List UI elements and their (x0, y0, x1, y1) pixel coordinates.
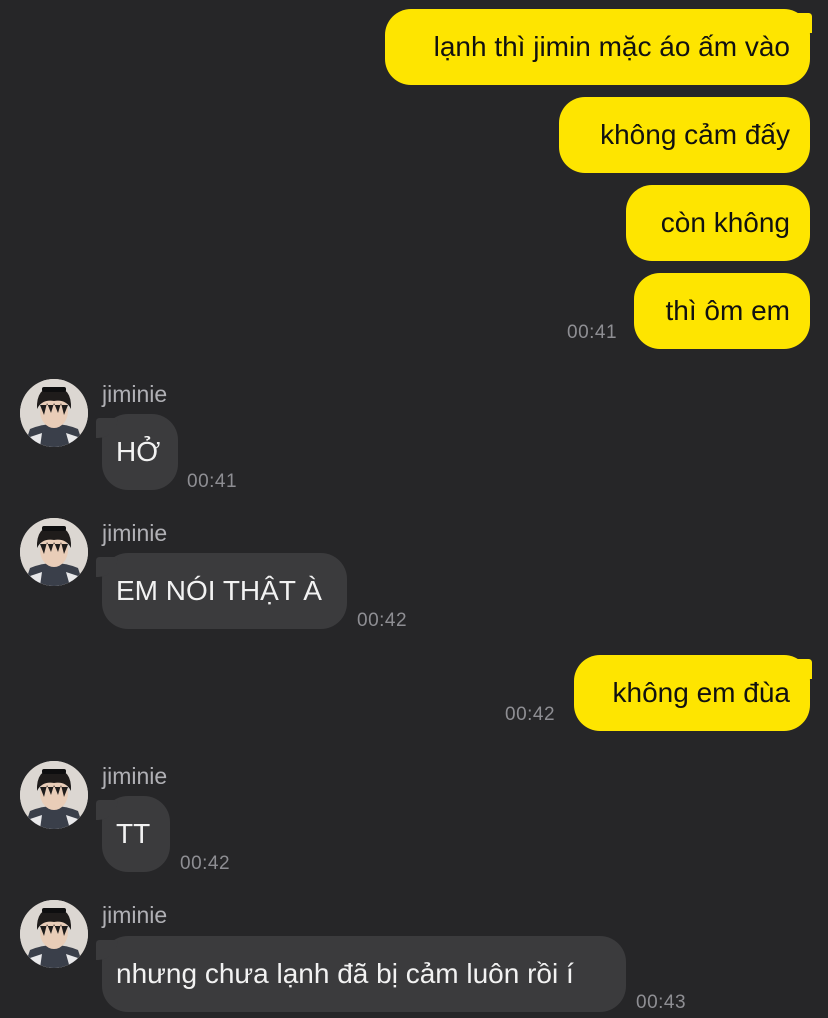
contact-avatar[interactable] (20, 379, 88, 447)
message-text: lạnh thì jimin mặc áo ấm vào (433, 31, 790, 62)
incoming-message[interactable]: nhưng chưa lạnh đã bị cảm luôn rồi í (96, 936, 626, 1012)
outgoing-message[interactable]: không cảm đấy (559, 97, 810, 173)
message-text: còn không (660, 207, 790, 238)
bubble-tail (788, 13, 812, 33)
message-timestamp: 00:42 (357, 610, 408, 631)
outgoing-message[interactable]: thì ôm em (634, 273, 810, 349)
message-text: HỞ (116, 436, 161, 467)
sender-name: jiminie (102, 902, 168, 928)
contact-avatar[interactable] (20, 900, 88, 968)
sender-name: jiminie (102, 763, 168, 789)
outgoing-message[interactable]: không em đùa (574, 655, 812, 731)
avatar-photo-icon (20, 761, 88, 829)
incoming-message[interactable]: HỞ (96, 414, 178, 490)
message-text: không cảm đấy (600, 119, 790, 150)
message-timestamp: 00:43 (636, 992, 687, 1013)
bubble-tail (96, 940, 118, 960)
message-text: nhưng chưa lạnh đã bị cảm luôn rồi í (116, 958, 574, 989)
incoming-message[interactable]: EM NÓI THẬT À (96, 553, 347, 629)
message-timestamp: 00:42 (180, 853, 231, 874)
incoming-message[interactable]: TT (96, 796, 170, 872)
message-text: thì ôm em (665, 295, 790, 326)
sender-name: jiminie (102, 520, 168, 546)
contact-avatar[interactable] (20, 761, 88, 829)
bubble-tail (96, 418, 118, 438)
bubble-tail (788, 659, 812, 679)
message-timestamp: 00:41 (187, 471, 238, 492)
message-timestamp: 00:42 (505, 704, 556, 725)
avatar-photo-icon (20, 900, 88, 968)
outgoing-message[interactable]: còn không (626, 185, 810, 261)
bubble-tail (96, 800, 118, 820)
outgoing-message[interactable]: lạnh thì jimin mặc áo ấm vào (385, 9, 812, 85)
sender-name: jiminie (102, 381, 168, 407)
avatar-photo-icon (20, 379, 88, 447)
message-timestamp: 00:41 (567, 322, 618, 343)
avatar-photo-icon (20, 518, 88, 586)
chat-message-list[interactable]: lạnh thì jimin mặc áo ấm vào không cảm đ… (0, 0, 828, 1018)
bubble-tail (96, 557, 118, 577)
message-text: TT (116, 818, 151, 849)
contact-avatar[interactable] (20, 518, 88, 586)
message-text: không em đùa (612, 677, 790, 708)
message-text: EM NÓI THẬT À (116, 575, 322, 606)
